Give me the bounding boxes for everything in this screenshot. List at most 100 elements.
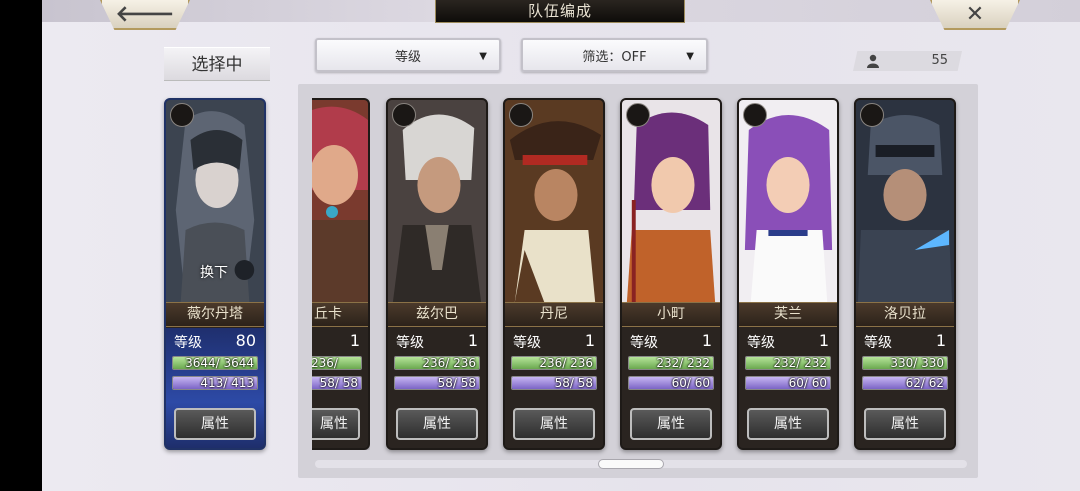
character-name: 薇尔丹塔 — [166, 302, 264, 327]
horizontal-scroll-thumb[interactable] — [598, 459, 664, 469]
level-label: 等级 — [396, 335, 424, 351]
hp-bar: 232/ 232 — [745, 356, 831, 370]
level-row: 等级 1 — [630, 331, 712, 351]
character-card[interactable]: 芙兰 等级 1 232/ 232 60/ 60 属性 — [737, 98, 839, 450]
axe-icon — [509, 103, 533, 127]
character-portrait — [312, 100, 368, 302]
character-portrait — [739, 100, 837, 302]
attribute-button[interactable]: 属性 — [312, 408, 360, 440]
close-icon: ✕ — [965, 1, 985, 27]
mp-text: 413/ 413 — [200, 376, 254, 390]
mp-bar: 58/ 58 — [394, 376, 480, 390]
mp-text: 60/ 60 — [671, 376, 710, 390]
mp-text: 60/ 60 — [788, 376, 827, 390]
attribute-button[interactable]: 属性 — [864, 408, 946, 440]
character-card-selected[interactable]: 换下 薇尔丹塔 等级 80 3644/ 3644 413/ 413 属性 — [164, 98, 266, 450]
spear-icon — [860, 103, 884, 127]
hp-text: 232/ 232 — [656, 356, 710, 370]
level-value: 1 — [701, 331, 712, 350]
character-portrait — [388, 100, 486, 302]
back-arrow-icon: 🡐 — [115, 2, 175, 27]
hp-bar: 236/ 236 — [511, 356, 597, 370]
level-row: 等级 1 — [513, 331, 595, 351]
sort-level-dropdown[interactable]: 等级 ▼ — [315, 38, 501, 72]
swap-label: 换下 — [200, 265, 228, 281]
mp-text: 62/ 62 — [905, 376, 944, 390]
sort-dropdown-label: 等级 — [394, 49, 421, 65]
filter-dropdown[interactable]: 筛选：OFF ▼ — [521, 38, 708, 72]
mp-bar: 62/ 62 — [862, 376, 948, 390]
level-label: 等级 — [630, 335, 658, 351]
mp-text: 58/ 58 — [319, 376, 358, 390]
character-name: 芙兰 — [739, 302, 837, 327]
character-card[interactable]: 小町 等级 1 232/ 232 60/ 60 属性 — [620, 98, 722, 450]
level-label: 等级 — [747, 335, 775, 351]
chevron-down-icon: ▼ — [479, 51, 487, 62]
attribute-button[interactable]: 属性 — [174, 408, 256, 440]
mp-bar: 413/ 413 — [172, 376, 258, 390]
character-portrait — [856, 100, 954, 302]
mp-bar: 58/ 58 — [312, 376, 362, 390]
character-stats: 1 236/ 236 58/ 58 属性 — [312, 328, 368, 448]
character-card[interactable]: 洛贝拉 等级 1 330/ 330 62/ 62 属性 — [854, 98, 956, 450]
character-portrait — [622, 100, 720, 302]
unit-count-value: 55 — [931, 53, 948, 68]
character-stats: 等级 1 232/ 232 60/ 60 属性 — [739, 328, 837, 448]
attribute-button[interactable]: 属性 — [513, 408, 595, 440]
character-name: 丹尼 — [505, 302, 603, 327]
character-name: 丘卡 — [312, 302, 368, 327]
sword-icon — [170, 103, 194, 127]
left-black-strip — [0, 0, 42, 491]
mp-text: 58/ 58 — [554, 376, 593, 390]
level-label: 等级 — [513, 335, 541, 351]
user-icon — [867, 54, 879, 68]
level-row: 1 — [320, 331, 360, 351]
back-button[interactable]: 🡐 — [100, 0, 190, 30]
mp-text: 58/ 58 — [437, 376, 476, 390]
close-button[interactable]: ✕ — [930, 0, 1020, 30]
unit-count-display: 55 — [853, 51, 962, 71]
level-value: 80 — [235, 331, 256, 350]
level-row: 等级 1 — [864, 331, 946, 351]
character-name: 洛贝拉 — [856, 302, 954, 327]
spear-icon — [626, 103, 650, 127]
character-portrait — [505, 100, 603, 302]
mp-bar: 58/ 58 — [511, 376, 597, 390]
character-stats: 等级 1 232/ 232 60/ 60 属性 — [622, 328, 720, 448]
hp-text: 3644/ 3644 — [185, 356, 254, 370]
page-title: 队伍编成 — [435, 0, 685, 23]
hp-text: 236/ 236 — [422, 356, 476, 370]
hp-text: 330/ 330 — [890, 356, 944, 370]
level-row: 等级 80 — [174, 331, 256, 351]
selecting-label: 选择中 — [164, 47, 270, 81]
character-card[interactable]: 丘卡 1 236/ 236 58/ 58 属性 — [312, 98, 370, 450]
character-stats: 等级 1 330/ 330 62/ 62 属性 — [856, 328, 954, 448]
character-card[interactable]: 兹尔巴 等级 1 236/ 236 58/ 58 属性 — [386, 98, 488, 450]
spear-icon — [743, 103, 767, 127]
hp-bar: 3644/ 3644 — [172, 356, 258, 370]
character-stats: 等级 1 236/ 236 58/ 58 属性 — [388, 328, 486, 448]
level-label: 等级 — [864, 335, 892, 351]
axe-icon — [392, 103, 416, 127]
hp-text: 232/ 232 — [773, 356, 827, 370]
level-value: 1 — [584, 331, 595, 350]
level-value: 1 — [467, 331, 478, 350]
hp-text: 236/ 236 — [312, 356, 338, 370]
filter-dropdown-label: 筛选：OFF — [582, 49, 647, 65]
level-row: 等级 1 — [396, 331, 478, 351]
level-value: 1 — [349, 331, 360, 350]
level-value: 1 — [935, 331, 946, 350]
hp-bar: 330/ 330 — [862, 356, 948, 370]
character-name: 兹尔巴 — [388, 302, 486, 327]
attribute-button[interactable]: 属性 — [747, 408, 829, 440]
character-stats: 等级 1 236/ 236 58/ 58 属性 — [505, 328, 603, 448]
character-name: 小町 — [622, 302, 720, 327]
attribute-button[interactable]: 属性 — [396, 408, 478, 440]
hp-text: 236/ 236 — [539, 356, 593, 370]
attribute-button[interactable]: 属性 — [630, 408, 712, 440]
hp-bar: 236/ 236 — [312, 356, 362, 370]
hp-bar: 236/ 236 — [394, 356, 480, 370]
character-stats: 等级 80 3644/ 3644 413/ 413 属性 — [166, 328, 264, 448]
level-row: 等级 1 — [747, 331, 829, 351]
character-card[interactable]: 丹尼 等级 1 236/ 236 58/ 58 属性 — [503, 98, 605, 450]
